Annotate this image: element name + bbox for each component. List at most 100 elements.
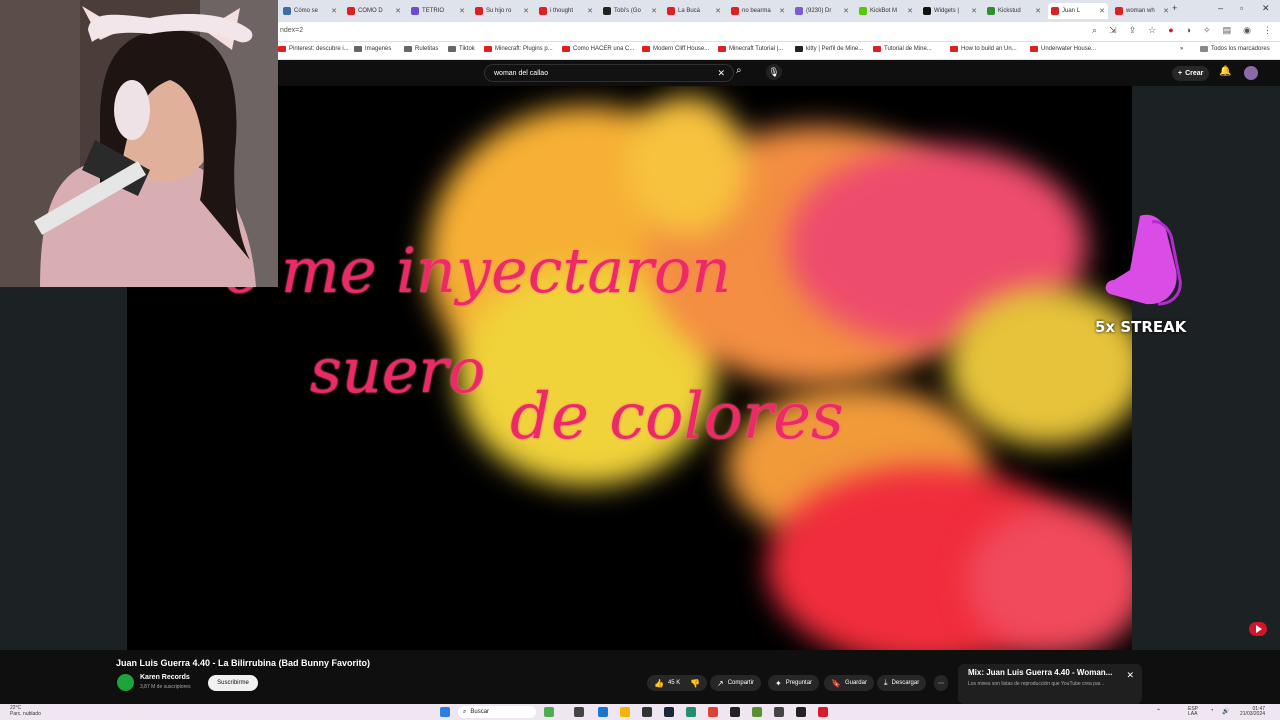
bookmark-item[interactable]: Underwater House... xyxy=(1030,46,1096,52)
steam-icon[interactable] xyxy=(664,707,674,717)
bookmark-star-icon[interactable]: ☆ xyxy=(1148,25,1156,36)
app-icon[interactable] xyxy=(774,707,784,717)
save-button[interactable]: 🔖 Guardar xyxy=(824,675,874,691)
bookmark-item[interactable]: How to build an Un... xyxy=(950,46,1017,52)
ask-button[interactable]: ✦ Preguntar xyxy=(768,675,820,691)
minimize-button[interactable]: – xyxy=(1218,3,1223,13)
search-icon[interactable]: ⌕ xyxy=(736,65,742,76)
browser-tab[interactable]: woman wh ✕ xyxy=(1112,3,1172,19)
bookmark-item[interactable]: Minecraft: Plugins p... xyxy=(484,46,553,52)
opera-icon[interactable]: ● xyxy=(1168,25,1173,36)
voice-search-icon[interactable]: 🎙 xyxy=(766,64,782,80)
browser-tab[interactable]: Juan L ✕ xyxy=(1048,3,1108,19)
tab-close-icon[interactable]: ✕ xyxy=(331,7,337,15)
close-icon[interactable]: ✕ xyxy=(1126,670,1134,681)
url-text[interactable]: ndex=2 xyxy=(280,27,303,34)
volume-icon[interactable]: 🔊 xyxy=(1222,708,1229,715)
more-bookmarks-button[interactable]: » xyxy=(1180,46,1183,52)
app-icon[interactable] xyxy=(642,707,652,717)
browser-tab[interactable]: La Bucá ✕ xyxy=(664,3,724,19)
extension-icon[interactable]: ◑ xyxy=(1186,25,1191,36)
minecraft-icon[interactable] xyxy=(752,707,762,717)
task-view-icon[interactable] xyxy=(574,707,584,717)
browser-tab[interactable]: Kickstud ✕ xyxy=(984,3,1044,19)
tab-close-icon[interactable]: ✕ xyxy=(1163,7,1169,15)
browser-tab[interactable]: TETRIO ✕ xyxy=(408,3,468,19)
bookmark-item[interactable]: Minecraft Tutorial |... xyxy=(718,46,783,52)
more-actions-button[interactable]: ⋯ xyxy=(934,675,948,691)
tab-close-icon[interactable]: ✕ xyxy=(651,7,657,15)
file-explorer-icon[interactable] xyxy=(620,707,630,717)
tab-close-icon[interactable]: ✕ xyxy=(587,7,593,15)
bookmark-label: Tiktok xyxy=(459,46,475,52)
mix-playlist-card[interactable]: Mix: Juan Luis Guerra 4.40 - Woman... Lo… xyxy=(958,664,1142,704)
browser-tab[interactable]: no bearma ✕ xyxy=(728,3,788,19)
browser-tab[interactable]: Widgets | ✕ xyxy=(920,3,980,19)
install-icon[interactable]: ⇲ xyxy=(1109,25,1117,36)
wifi-icon[interactable]: ◔ xyxy=(1210,708,1214,714)
tab-close-icon[interactable]: ✕ xyxy=(779,7,785,15)
thumbs-down-icon[interactable]: 👎 xyxy=(690,679,700,688)
clock[interactable]: 01:47 21/03/2024 xyxy=(1240,707,1265,717)
like-button[interactable]: 👍 45 K 👎 xyxy=(647,675,708,691)
tab-close-icon[interactable]: ✕ xyxy=(395,7,401,15)
weather-widget[interactable]: 22°C Parc. nublado xyxy=(10,705,41,717)
bookmark-label: Minecraft: Plugins p... xyxy=(495,46,553,52)
browser-tab[interactable]: (9230) Dr ✕ xyxy=(792,3,852,19)
language-indicator[interactable]: ESP LAA xyxy=(1188,707,1198,717)
tab-close-icon[interactable]: ✕ xyxy=(523,7,529,15)
create-button[interactable]: + Crear xyxy=(1172,66,1210,81)
browser-tab[interactable]: i thought ✕ xyxy=(536,3,596,19)
maximize-button[interactable]: ▫ xyxy=(1240,3,1243,13)
puzzle-icon[interactable]: ✧ xyxy=(1203,25,1211,36)
zoom-icon[interactable]: ⌕ xyxy=(1092,25,1097,36)
tab-close-icon[interactable]: ✕ xyxy=(715,7,721,15)
widgets-icon[interactable] xyxy=(544,707,554,717)
bookmark-item[interactable]: Modern Cliff House... xyxy=(642,46,709,52)
new-tab-button[interactable]: + xyxy=(1172,3,1177,13)
tab-close-icon[interactable]: ✕ xyxy=(459,7,465,15)
subscribe-button[interactable]: Suscribirme xyxy=(208,675,258,691)
sidebar-icon[interactable]: ▤ xyxy=(1223,25,1232,36)
bookmark-item[interactable]: Como HACER una C... xyxy=(562,46,634,52)
capcut-icon[interactable] xyxy=(796,707,806,717)
clear-search-icon[interactable]: ✕ xyxy=(717,68,725,79)
profile-icon[interactable]: ◉ xyxy=(1243,25,1251,36)
close-window-button[interactable]: ✕ xyxy=(1262,3,1270,14)
app-icon[interactable] xyxy=(730,707,740,717)
opera-icon[interactable] xyxy=(818,707,828,717)
browser-tab[interactable]: Tobi's (Go ✕ xyxy=(600,3,660,19)
menu-icon[interactable]: ⋮ xyxy=(1263,25,1272,36)
all-bookmarks-link[interactable]: Todos los marcadores xyxy=(1200,46,1270,52)
windows-start-icon[interactable] xyxy=(440,707,450,717)
account-avatar[interactable] xyxy=(1244,66,1258,80)
edge-icon[interactable] xyxy=(598,707,608,717)
browser-tab[interactable]: KickBot M ✕ xyxy=(856,3,916,19)
app-icon[interactable] xyxy=(686,707,696,717)
chevron-up-icon[interactable]: ⌃ xyxy=(1156,708,1161,715)
bookmark-item[interactable]: kitty | Perfil de Mine... xyxy=(795,46,863,52)
channel-name[interactable]: Karen Records xyxy=(140,674,190,681)
bookmark-item[interactable]: Imagenes xyxy=(354,46,391,52)
download-button[interactable]: ⤓ Descargar xyxy=(877,675,927,691)
browser-tab[interactable]: Su hijo ro ✕ xyxy=(472,3,532,19)
share-icon[interactable]: ⇪ xyxy=(1129,25,1137,36)
chrome-icon[interactable] xyxy=(708,707,718,717)
tab-close-icon[interactable]: ✕ xyxy=(1099,7,1105,15)
bookmark-item[interactable]: Tiktok xyxy=(448,46,475,52)
tab-close-icon[interactable]: ✕ xyxy=(1035,7,1041,15)
tab-close-icon[interactable]: ✕ xyxy=(971,7,977,15)
browser-tab[interactable]: COMO D ✕ xyxy=(344,3,404,19)
browser-tab[interactable]: Cómo se ✕ xyxy=(280,3,340,19)
bookmark-item[interactable]: Pinterest: descubre i... xyxy=(278,46,349,52)
search-input[interactable]: woman del callao ✕ xyxy=(484,64,734,82)
bookmark-item[interactable]: Ruletitas xyxy=(404,46,438,52)
taskbar-search[interactable]: ⌕ Buscar xyxy=(458,706,536,718)
tab-close-icon[interactable]: ✕ xyxy=(907,7,913,15)
share-button[interactable]: ↗ Compartir xyxy=(710,675,762,691)
youtube-mini-icon[interactable] xyxy=(1249,622,1267,636)
bookmark-item[interactable]: Tutorial de Mine... xyxy=(873,46,932,52)
channel-avatar[interactable] xyxy=(117,674,134,691)
notifications-bell-icon[interactable]: 🔔 xyxy=(1219,66,1231,77)
tab-close-icon[interactable]: ✕ xyxy=(843,7,849,15)
